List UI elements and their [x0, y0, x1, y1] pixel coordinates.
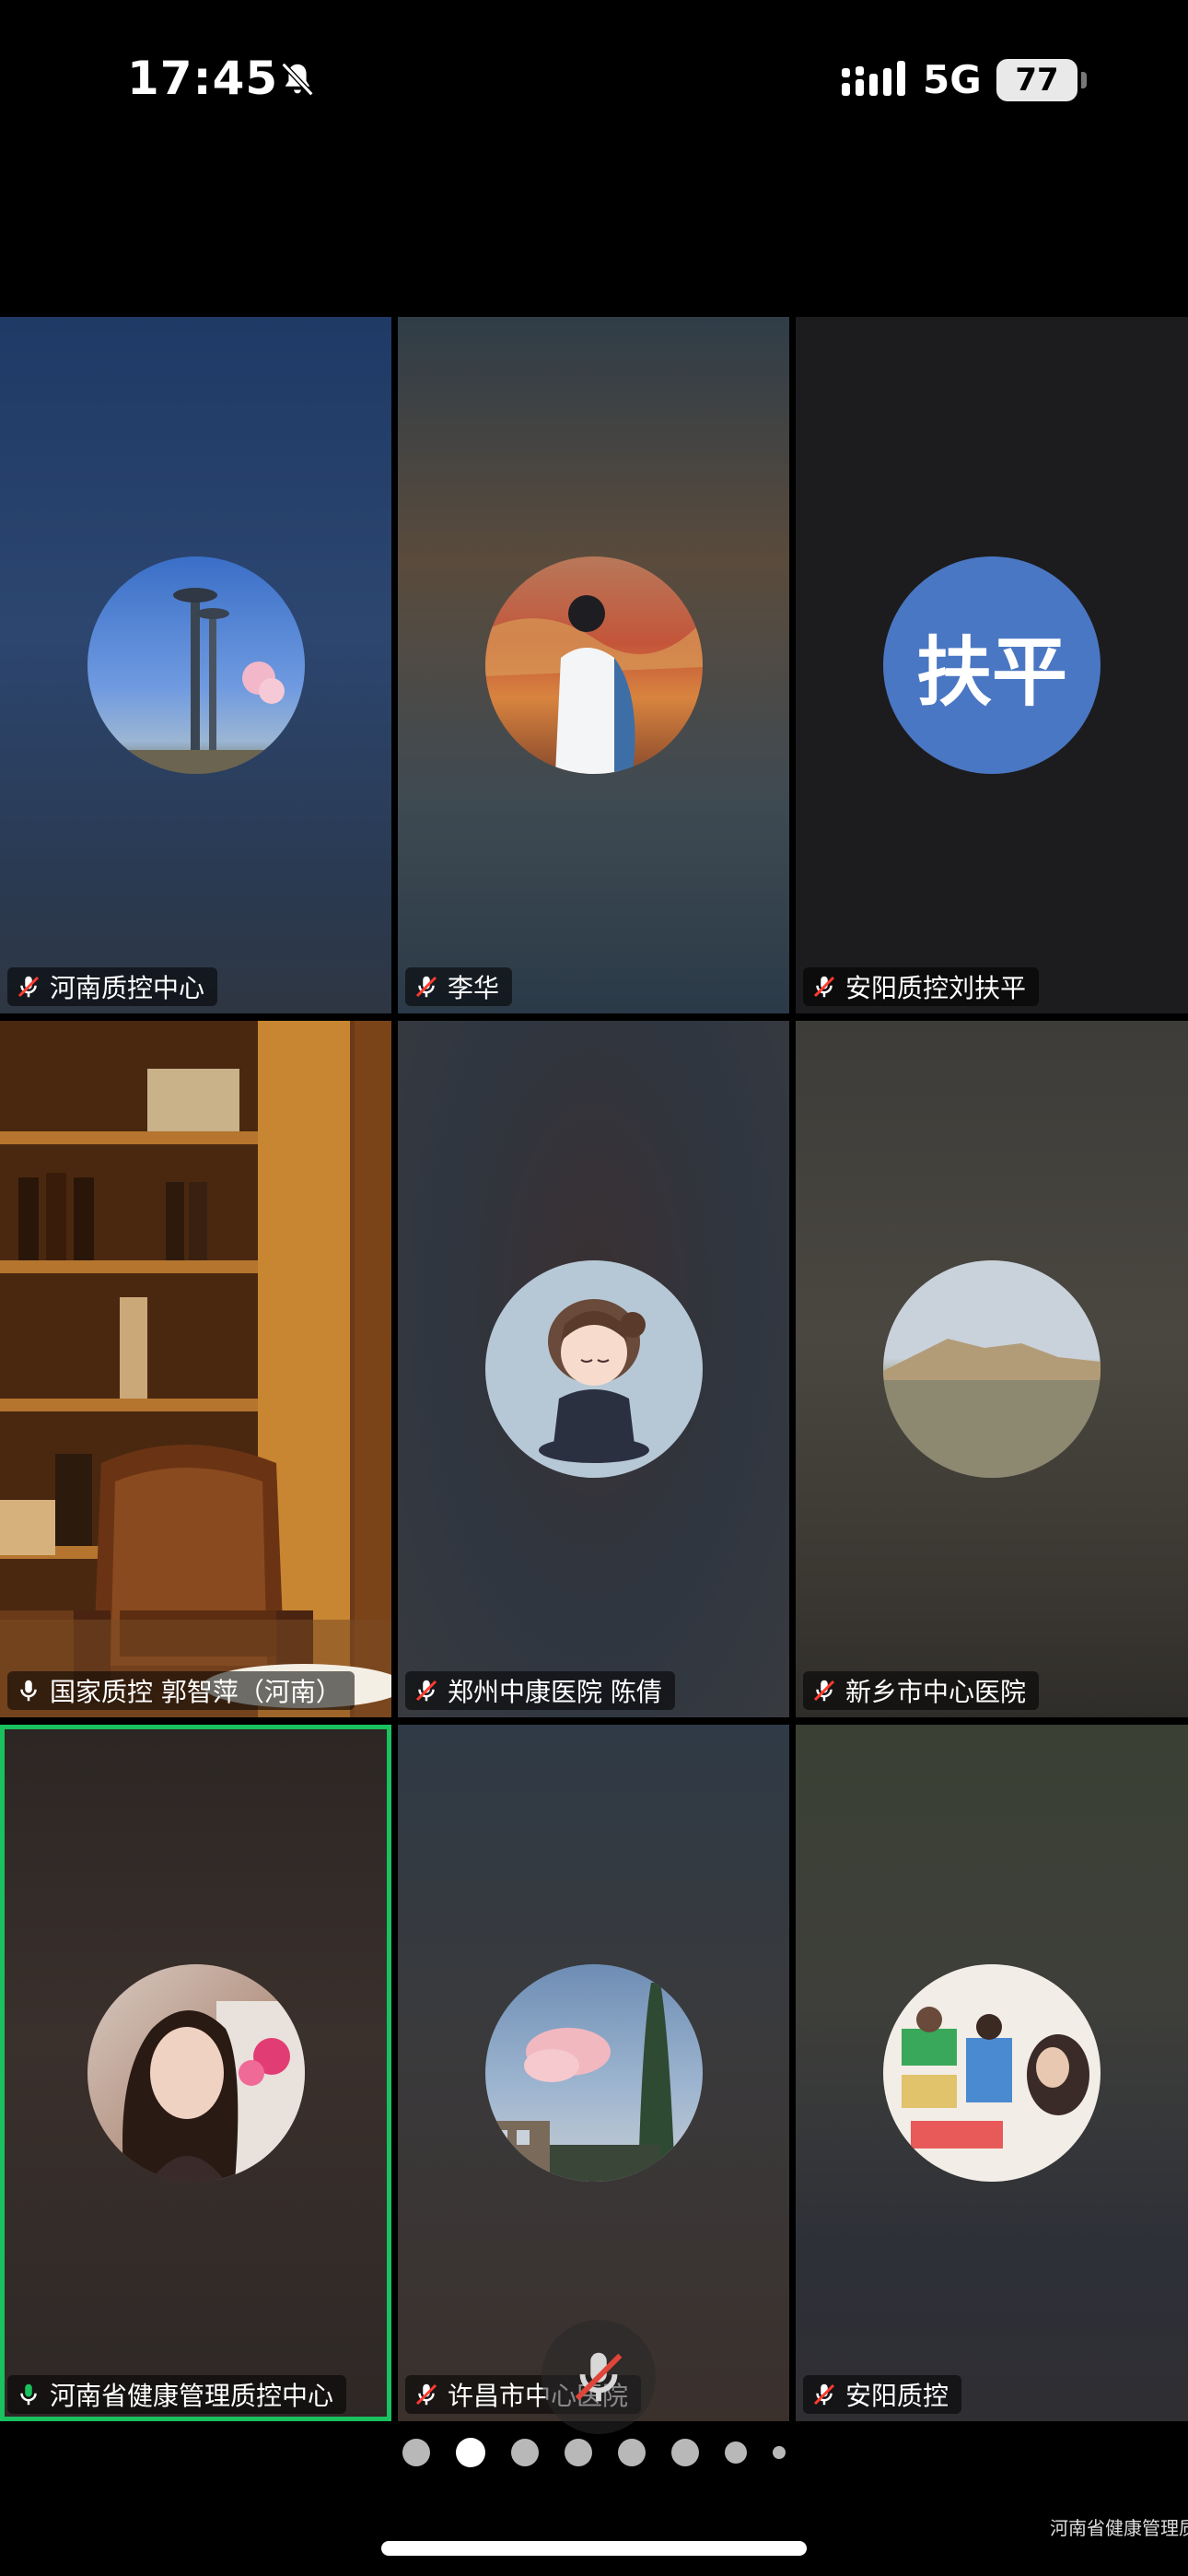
participant-name: 安阳质控 [845, 2381, 949, 2411]
page-dot[interactable] [511, 2439, 539, 2466]
participant-name: 新乡市中心医院 [845, 1677, 1027, 1707]
participant-tile[interactable]: 国家质控 郭智萍（河南） [0, 1021, 391, 1717]
floating-mute-button[interactable] [542, 2320, 656, 2434]
mic-muted-icon [813, 2383, 835, 2406]
avatar-initials: 扶平 [915, 628, 1067, 717]
participant-name: 李华 [448, 973, 500, 1003]
cellular-signal-icon [842, 61, 905, 96]
mic-active-icon [20, 2383, 37, 2406]
participant-tile[interactable]: 许昌市中心医院 [398, 1725, 789, 2421]
participant-avatar-sky [485, 1964, 703, 2182]
page-dot[interactable] [402, 2439, 430, 2466]
mic-muted-icon [813, 1680, 835, 1702]
participant-tile[interactable]: 河南质控中心 [0, 317, 391, 1013]
participant-tile[interactable]: 扶平 安阳质控刘扶平 [796, 317, 1188, 1013]
bell-muted-icon [281, 62, 314, 97]
participant-tile-active[interactable]: 河南省健康管理质控中心 [0, 1725, 391, 2421]
participant-avatar-cartoon [485, 1260, 703, 1478]
name-tag: 国家质控 郭智萍（河南） [7, 1671, 355, 1710]
battery-icon: 77 [996, 59, 1087, 101]
home-indicator[interactable] [381, 2541, 807, 2556]
page-indicator[interactable] [0, 2434, 1188, 2471]
participant-tile[interactable]: 李华 [398, 317, 789, 1013]
participant-tile[interactable]: 郑州中康医院 陈倩 [398, 1021, 789, 1717]
participant-name: 安阳质控刘扶平 [845, 973, 1027, 1003]
page-dot[interactable] [671, 2439, 699, 2466]
page-dot-current[interactable] [456, 2438, 485, 2467]
status-time: 17:45 [127, 52, 279, 105]
participant-avatar-tower [87, 556, 305, 774]
participant-avatar-person [485, 556, 703, 774]
name-tag: 新乡市中心医院 [803, 1671, 1040, 1710]
name-tag: 安阳质控刘扶平 [803, 967, 1040, 1006]
mic-muted-icon [415, 2383, 437, 2406]
name-tag: 郑州中康医院 陈倩 [405, 1671, 675, 1710]
participant-avatar-desert [883, 1260, 1101, 1478]
participant-name: 国家质控 郭智萍（河南） [50, 1677, 342, 1707]
mic-muted-icon [813, 976, 835, 998]
participant-tile[interactable]: 安阳质控 [796, 1725, 1188, 2421]
participant-name: 河南省健康管理质控中心 [50, 2381, 334, 2411]
mic-muted-icon [17, 976, 40, 998]
participant-tile[interactable]: 新乡市中心医院 [796, 1021, 1188, 1717]
participant-name: 河南质控中心 [50, 973, 205, 1003]
name-tag: 河南质控中心 [7, 967, 218, 1006]
participant-avatar-text: 扶平 [883, 556, 1101, 774]
page-dot[interactable] [773, 2446, 786, 2459]
participant-avatar-woman [87, 1964, 305, 2182]
page-dot[interactable] [565, 2439, 592, 2466]
name-tag: 河南省健康管理质控中心 [7, 2375, 347, 2414]
participant-name: 郑州中康医院 陈倩 [448, 1677, 662, 1707]
mic-muted-icon [415, 1680, 437, 1702]
name-tag: 李华 [405, 967, 513, 1006]
mic-muted-icon [415, 976, 437, 998]
screen-share-caption: 河南省健康管理质控中心 [1050, 2517, 1188, 2539]
page-dot[interactable] [618, 2439, 646, 2466]
participant-video-feed [0, 1021, 391, 1717]
status-bar: 17:45 5G 77 [0, 0, 1188, 166]
network-type: 5G [923, 57, 982, 102]
participant-avatar-children [883, 1964, 1101, 2182]
mic-on-icon [20, 1680, 37, 1702]
name-tag: 安阳质控 [803, 2375, 962, 2414]
page-dot[interactable] [725, 2441, 747, 2464]
mic-muted-icon [575, 2352, 623, 2402]
video-grid: 河南质控中心 李华 扶平 安阳质控刘扶平 国家质控 郭智萍（河南） 郑州中康医院… [0, 317, 1188, 2421]
